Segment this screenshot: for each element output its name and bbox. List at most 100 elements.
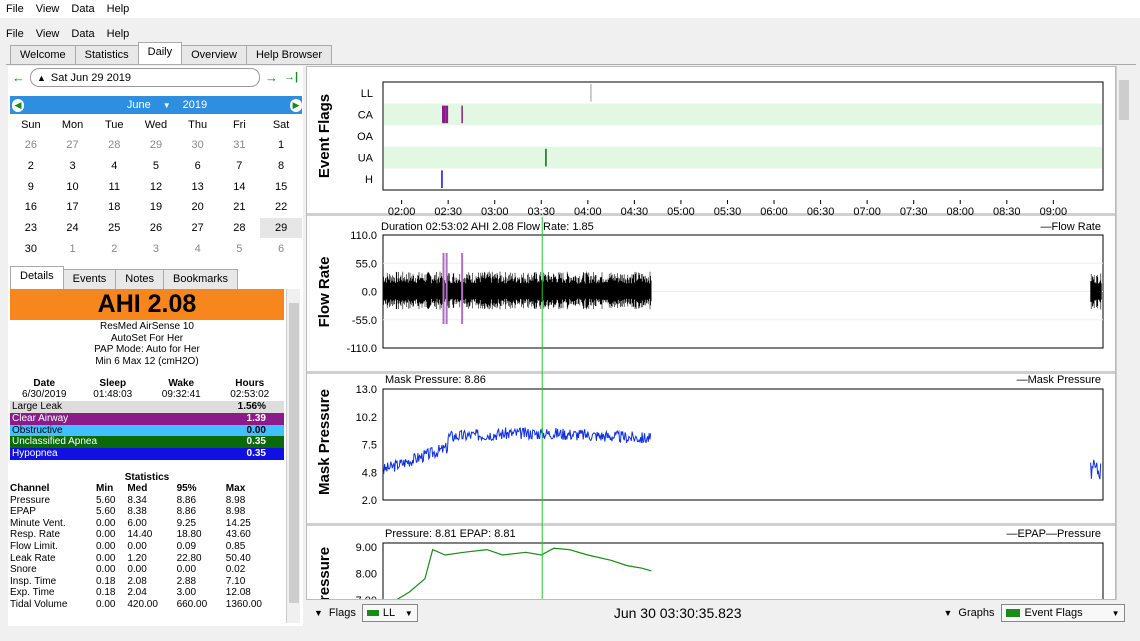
calendar-day[interactable]: 22 xyxy=(260,197,302,218)
calendar-day[interactable]: 28 xyxy=(93,135,135,156)
menu-file[interactable]: File xyxy=(0,28,30,40)
graphs-scrollbar[interactable] xyxy=(1116,66,1130,600)
stats-cell: 0.00 xyxy=(96,540,116,552)
stats-header: Channel xyxy=(10,483,50,494)
calendar-day[interactable]: 3 xyxy=(135,238,177,259)
calendar-day[interactable]: 20 xyxy=(177,197,219,218)
stats-header: Max xyxy=(225,483,246,494)
chevron-down-icon[interactable]: ▼ xyxy=(163,101,171,110)
flags-selected: LL xyxy=(382,607,396,619)
calendar-day[interactable]: 8 xyxy=(260,156,302,177)
y-tick-label: 7.5 xyxy=(362,440,377,452)
event-row: Clear Airway 1.39 xyxy=(10,412,284,425)
x-tick-label: 08:30 xyxy=(993,206,1021,218)
tab-overview[interactable]: Overview xyxy=(181,45,247,65)
tab-events[interactable]: Events xyxy=(62,269,117,289)
tab-help-browser[interactable]: Help Browser xyxy=(245,45,332,65)
event-row: Hypopnea 0.35 xyxy=(10,448,284,460)
calendar-day[interactable]: 16 xyxy=(10,197,52,218)
flags-dropdown[interactable]: LL ▼ xyxy=(361,604,418,622)
calendar-month[interactable]: June xyxy=(127,99,151,111)
calendar-day[interactable]: 27 xyxy=(177,218,219,239)
chevron-down-icon[interactable]: ▼ xyxy=(944,608,953,618)
stats-cell: 0.00 xyxy=(96,529,116,541)
calendar-day[interactable]: 12 xyxy=(135,176,177,197)
stats-row: EPAP 5.60 8.38 8.86 8.98 xyxy=(10,506,284,518)
calendar-day[interactable]: 4 xyxy=(93,156,135,177)
calendar-day[interactable]: 6 xyxy=(177,156,219,177)
last-day-button[interactable]: →| xyxy=(284,71,298,83)
calendar-day[interactable]: 3 xyxy=(52,156,94,177)
menu-file[interactable]: File xyxy=(0,3,30,15)
stats-cell: 0.02 xyxy=(225,564,246,576)
calendar-day-selected[interactable]: 29 xyxy=(260,217,302,239)
calendar-day[interactable]: 1 xyxy=(52,238,94,259)
calendar-day[interactable]: 24 xyxy=(52,218,94,239)
graphs-canvas[interactable]: LL CA OA UA H Event Flags 02:00 02:30 03:00 03:30… xyxy=(307,67,1116,600)
stats-row: Minute Vent. 0.00 6.00 9.25 14.25 xyxy=(10,518,284,530)
bottom-bar: ▼ Flags LL ▼ Jun 30 03:30:35.823 ▼ Graph… xyxy=(306,600,1136,626)
prev-month-icon[interactable]: ◀ xyxy=(12,98,24,112)
menu-data[interactable]: Data xyxy=(65,28,100,40)
calendar-day[interactable]: 14 xyxy=(219,176,261,197)
calendar-day[interactable]: 28 xyxy=(219,218,261,239)
calendar-day[interactable]: 30 xyxy=(10,238,52,259)
calendar-day[interactable]: 26 xyxy=(135,218,177,239)
tab-daily[interactable]: Daily xyxy=(137,42,183,65)
session-header: Date xyxy=(33,378,56,389)
calendar-day[interactable]: 19 xyxy=(135,197,177,218)
stats-cell: 0.09 xyxy=(176,540,197,552)
calendar-day[interactable]: 13 xyxy=(177,176,219,197)
calendar-year[interactable]: 2019 xyxy=(183,99,207,111)
calendar-day[interactable]: 2 xyxy=(93,238,135,259)
chevron-down-icon[interactable]: ▼ xyxy=(314,608,323,618)
calendar-day[interactable]: 10 xyxy=(52,176,94,197)
stats-cell: 0.18 xyxy=(96,587,116,599)
calendar-day[interactable]: 27 xyxy=(52,135,94,156)
calendar-day[interactable]: 4 xyxy=(177,238,219,259)
stats-cell: Pressure xyxy=(10,494,51,506)
scroll-thumb[interactable] xyxy=(1119,80,1129,120)
calendar-day[interactable]: 29 xyxy=(135,135,177,156)
calendar-day[interactable]: 18 xyxy=(93,197,135,218)
calendar-day[interactable]: 15 xyxy=(260,176,302,197)
calendar-day[interactable]: 5 xyxy=(219,238,261,259)
stats-cell: 5.60 xyxy=(96,494,116,506)
stats-header: Med xyxy=(127,483,148,494)
calendar-day[interactable]: 31 xyxy=(219,135,261,156)
stats-row: Insp. Time 0.18 2.08 2.88 7.10 xyxy=(10,576,284,588)
calendar-day[interactable]: 2 xyxy=(10,156,52,177)
weekday-label: Fri xyxy=(232,119,246,131)
calendar-day[interactable]: 7 xyxy=(219,156,261,177)
tab-notes[interactable]: Notes xyxy=(115,269,165,289)
menu-help[interactable]: Help xyxy=(101,28,136,40)
menu-view[interactable]: View xyxy=(30,3,66,15)
calendar-day[interactable]: 26 xyxy=(10,135,52,156)
menu-help[interactable]: Help xyxy=(101,3,136,15)
tab-welcome[interactable]: Welcome xyxy=(10,45,76,65)
calendar-day[interactable]: 9 xyxy=(10,176,52,197)
next-month-icon[interactable]: ▶ xyxy=(290,98,302,112)
calendar-day[interactable]: 11 xyxy=(93,176,135,197)
weekday-label: Sun xyxy=(21,119,41,131)
calendar-day[interactable]: 5 xyxy=(135,156,177,177)
scroll-thumb[interactable] xyxy=(289,303,299,603)
details-scrollbar[interactable] xyxy=(286,289,300,623)
tab-details[interactable]: Details xyxy=(10,266,64,289)
calendar-day[interactable]: 23 xyxy=(10,218,52,239)
tab-statistics[interactable]: Statistics xyxy=(74,45,139,65)
next-day-button[interactable]: → xyxy=(265,70,278,85)
menu-view[interactable]: View xyxy=(30,28,66,40)
stats-cell: 660.00 xyxy=(176,598,208,610)
prev-day-button[interactable]: ← xyxy=(12,70,25,85)
calendar-day[interactable]: 6 xyxy=(260,238,302,259)
calendar-day[interactable]: 17 xyxy=(52,197,94,218)
graphs-dropdown[interactable]: Event Flags ▼ xyxy=(1000,604,1125,622)
calendar-day[interactable]: 1 xyxy=(260,135,302,156)
calendar-day[interactable]: 30 xyxy=(177,135,219,156)
date-picker[interactable]: ▲ Sat Jun 29 2019 xyxy=(30,68,260,87)
calendar-day[interactable]: 21 xyxy=(219,197,261,218)
menu-data[interactable]: Data xyxy=(65,3,100,15)
calendar-day[interactable]: 25 xyxy=(93,218,135,239)
tab-bookmarks[interactable]: Bookmarks xyxy=(163,269,239,289)
